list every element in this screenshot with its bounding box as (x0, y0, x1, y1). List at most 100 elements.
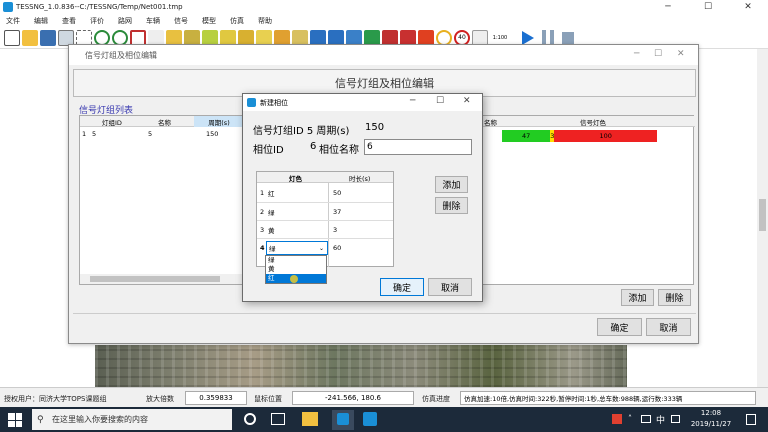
column-header[interactable]: 信号灯色 (580, 116, 606, 127)
table-cell[interactable]: 60 (333, 243, 341, 253)
zoom-label: 放大倍数 (146, 395, 174, 403)
new-phase-dialog: 新建相位 ─ ☐ ✕ 信号灯组ID 5 周期(s) 150 相位ID 6 相位名… (242, 93, 483, 302)
new-file-icon[interactable] (4, 29, 20, 46)
menu-help[interactable]: 帮助 (258, 16, 272, 26)
row-index: 4 (260, 244, 265, 252)
horizontal-scrollbar[interactable] (80, 274, 243, 284)
search-placeholder: 在这里输入你要搜索的内容 (52, 415, 148, 424)
add-phase-button[interactable]: 添加 (621, 289, 654, 306)
tessng-taskbar-icon[interactable] (332, 410, 354, 430)
dialog-titlebar: 信号灯组及相位编辑 (69, 45, 698, 65)
color-duration-table: 灯色 时长(s) 1 红 50 2 绿 37 3 黄 3 4 绿 ⌄ 60 (256, 171, 394, 267)
signal-segment[interactable]: 100 (554, 130, 657, 142)
row-index: 3 (260, 226, 265, 234)
dropdown-option[interactable]: 绿 (266, 256, 326, 265)
table-cell[interactable]: 5 (148, 129, 152, 139)
signal-segment[interactable]: 47 (502, 130, 551, 142)
notification-icon[interactable] (746, 414, 756, 425)
table-cell[interactable]: 50 (333, 188, 341, 198)
maximize-button[interactable]: ☐ (688, 0, 728, 14)
chevron-up-icon[interactable]: ˄ (628, 414, 632, 423)
explorer-icon[interactable] (302, 412, 318, 426)
dialog-minimize-button[interactable]: ─ (634, 49, 639, 59)
table-cell[interactable]: 红 (268, 188, 275, 198)
menu-view[interactable]: 查看 (62, 16, 76, 26)
taskbar-search[interactable]: ⚲ 在这里输入你要搜索的内容 (32, 409, 232, 430)
menu-vehicle[interactable]: 车辆 (146, 16, 160, 26)
group-table: 灯组ID 名称 周期(s) 1 5 5 150 (79, 115, 245, 285)
menu-edit[interactable]: 编辑 (34, 16, 48, 26)
table-cell[interactable]: 绿 (268, 207, 275, 217)
ime-indicator[interactable]: 中 (656, 413, 665, 426)
cursor-icon (290, 275, 298, 283)
progress-label: 仿真进度 (422, 395, 450, 403)
window-title: TESSNG_1.0.836--C:/TESSNG/Temp/Net001.tm… (16, 3, 183, 11)
column-header[interactable]: 时长(s) (349, 172, 370, 183)
license-user: 授权用户：同济大学TOPS课题组 (4, 395, 107, 403)
keyboard-icon[interactable] (671, 415, 680, 423)
network-icon[interactable] (641, 415, 651, 423)
period-value: 150 (365, 122, 385, 133)
play-icon[interactable] (522, 30, 534, 45)
column-header[interactable]: 灯组ID (102, 116, 122, 127)
phase-id-label: 相位ID (253, 145, 284, 156)
delete-phase-button[interactable]: 删除 (658, 289, 691, 306)
dialog-maximize-button[interactable]: ☐ (654, 49, 662, 59)
clock-time[interactable]: 12:08 (687, 409, 735, 417)
subdialog-minimize-button[interactable]: ─ (410, 96, 415, 106)
add-color-button[interactable]: 添加 (435, 176, 468, 193)
subdialog-close-button[interactable]: ✕ (463, 96, 471, 106)
menu-signal[interactable]: 信号 (174, 16, 188, 26)
search-icon: ⚲ (37, 414, 44, 425)
table-cell[interactable]: 150 (206, 129, 218, 139)
stop-icon[interactable] (562, 31, 574, 44)
mouse-label: 鼠标位置 (254, 395, 282, 403)
open-folder-icon[interactable] (22, 29, 38, 46)
minimize-button[interactable]: ─ (648, 0, 688, 14)
row-index: 1 (82, 130, 87, 138)
cancel-button[interactable]: 取消 (646, 318, 691, 336)
ok-button[interactable]: 确定 (597, 318, 642, 336)
menu-simulation[interactable]: 仿真 (230, 16, 244, 26)
windows-start-icon[interactable] (8, 413, 22, 427)
taskbar: ⚲ 在这里输入你要搜索的内容 ˄ 中 12:08 2019/11/27 (0, 407, 768, 432)
table-cell[interactable]: 黄 (268, 225, 275, 235)
column-header[interactable]: 名称 (484, 116, 497, 127)
vertical-scrollbar[interactable] (757, 49, 768, 387)
dropdown-option[interactable]: 黄 (266, 265, 326, 274)
status-bar: 授权用户：同济大学TOPS课题组 放大倍数 0.359833 鼠标位置 -241… (0, 387, 768, 407)
save-icon[interactable] (40, 29, 56, 46)
cortana-icon[interactable] (244, 413, 256, 425)
row-index: 1 (260, 189, 265, 197)
table-cell[interactable]: 5 (92, 129, 96, 139)
task-view-icon[interactable] (271, 413, 285, 425)
menu-evaluate[interactable]: 评价 (90, 16, 104, 26)
group-info-label: 信号灯组ID 5 周期(s) (253, 126, 350, 137)
phase-name-input[interactable]: 6 (364, 139, 472, 155)
app-icon[interactable] (363, 412, 377, 426)
column-header[interactable]: 灯色 (289, 172, 302, 183)
dialog-close-button[interactable]: ✕ (677, 49, 685, 59)
mouse-position: -241.566, 180.6 (292, 391, 414, 405)
phase-ok-button[interactable]: 确定 (380, 278, 424, 296)
simulation-info: 仿真加速:10倍,仿真时间:322秒,暂停时间:1秒,总车数:988辆,运行数:… (460, 391, 756, 405)
table-cell[interactable]: 3 (333, 225, 337, 235)
menu-network[interactable]: 路网 (118, 16, 132, 26)
clock-date[interactable]: 2019/11/27 (687, 420, 735, 428)
delete-color-button[interactable]: 删除 (435, 197, 468, 214)
aerial-map (95, 345, 627, 387)
phase-cancel-button[interactable]: 取消 (428, 278, 472, 296)
tray-icon[interactable] (612, 414, 622, 424)
chevron-down-icon: ⌄ (318, 244, 324, 252)
column-header[interactable]: 名称 (158, 116, 171, 127)
column-header[interactable]: 周期(s) (194, 116, 244, 127)
phase-id-value: 6 (310, 141, 317, 152)
menu-file[interactable]: 文件 (6, 16, 20, 26)
close-button[interactable]: ✕ (728, 0, 768, 14)
menu-model[interactable]: 模型 (202, 16, 216, 26)
dialog-title: 信号灯组及相位编辑 (85, 50, 157, 60)
subdialog-maximize-button[interactable]: ☐ (436, 96, 444, 106)
table-cell[interactable]: 37 (333, 207, 341, 217)
signal-color-bar[interactable]: 47 3 100 (502, 130, 657, 142)
color-select[interactable]: 绿 ⌄ (266, 241, 328, 255)
